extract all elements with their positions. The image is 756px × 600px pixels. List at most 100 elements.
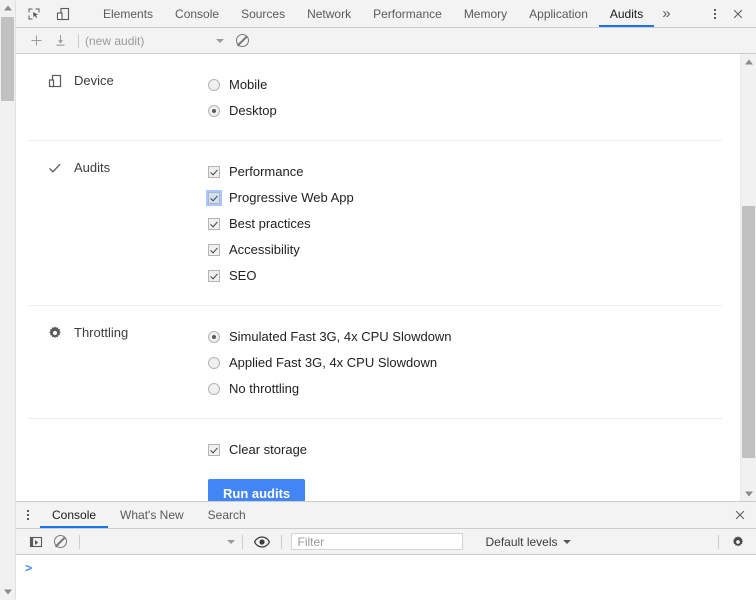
chevron-down-icon — [216, 38, 224, 43]
audits-content-area: Device Mobile Desktop Audits Performance… — [16, 54, 756, 502]
clear-console-icon — [53, 535, 67, 548]
checkbox-audit-seo[interactable]: SEO — [208, 263, 722, 289]
gear-icon — [46, 324, 64, 342]
toolbar-divider — [79, 534, 80, 549]
page-scrollbar[interactable] — [0, 0, 16, 600]
radio-throttling-none[interactable]: No throttling — [208, 376, 722, 402]
radio-device-mobile[interactable]: Mobile — [208, 72, 722, 98]
checkbox-indicator — [208, 218, 220, 230]
section-storage: Clear storage Run audits — [28, 419, 722, 502]
tab-label: Performance — [373, 6, 442, 21]
import-audit-button[interactable] — [48, 30, 72, 52]
clear-console-button[interactable] — [48, 531, 72, 553]
new-audit-button[interactable] — [24, 30, 48, 52]
context-dropdown-caret-icon[interactable] — [227, 539, 236, 544]
clear-audits-button[interactable] — [230, 30, 254, 52]
inspect-element-button[interactable] — [22, 3, 46, 25]
toolbar-divider — [242, 534, 244, 549]
section-throttling-header: Throttling — [28, 324, 208, 402]
drawer-tab-label: Search — [207, 508, 246, 522]
close-devtools-button[interactable] — [726, 3, 750, 25]
section-throttling: Throttling Simulated Fast 3G, 4x CPU Slo… — [28, 306, 722, 419]
tab-console[interactable]: Console — [164, 0, 230, 27]
toolbar-divider — [281, 534, 283, 549]
checkbox-audit-progressive-web-app[interactable]: Progressive Web App — [206, 185, 722, 211]
drawer-tab-whats-new[interactable]: What's New — [108, 502, 196, 528]
console-prompt-symbol: > — [25, 562, 33, 576]
tab-label: Network — [307, 6, 352, 21]
drawer-tab-search[interactable]: Search — [196, 502, 258, 528]
option-label: Clear storage — [229, 442, 308, 457]
page-scrollbar-down-arrow[interactable] — [0, 584, 15, 600]
device-icon — [46, 72, 64, 90]
content-scrollbar-down-arrow[interactable] — [741, 486, 756, 502]
tab-audits[interactable]: Audits — [598, 0, 655, 27]
option-label: Mobile — [229, 77, 268, 92]
checkbox-clear-storage[interactable]: Clear storage — [208, 437, 722, 463]
checkbox-audit-best-practices[interactable]: Best practices — [208, 211, 722, 237]
tab-label: Memory — [463, 6, 508, 21]
tab-performance[interactable]: Performance — [362, 0, 453, 27]
checkbox-indicator — [208, 166, 220, 178]
console-output-area[interactable]: > — [16, 555, 756, 599]
section-storage-header — [28, 437, 208, 502]
console-sidebar-toggle-button[interactable] — [250, 531, 274, 553]
tab-application[interactable]: Application — [518, 0, 599, 27]
panel-tabs: Elements Console Sources Network Perform… — [92, 0, 691, 27]
tab-label: Application — [529, 6, 588, 21]
section-throttling-title: Throttling — [74, 325, 129, 340]
console-prompt[interactable]: > — [16, 555, 756, 579]
audit-select-value: (new audit) — [85, 33, 145, 48]
drawer-tab-label: Console — [52, 508, 97, 522]
console-filter-input[interactable]: Filter — [291, 533, 464, 550]
tab-elements[interactable]: Elements — [92, 0, 164, 27]
execution-context-button[interactable] — [24, 531, 48, 553]
drawer-tab-bar: Console What's New Search — [16, 502, 756, 529]
tab-memory[interactable]: Memory — [453, 0, 518, 27]
checkbox-audit-accessibility[interactable]: Accessibility — [208, 237, 722, 263]
section-device: Device Mobile Desktop — [28, 54, 722, 141]
tab-network[interactable]: Network — [296, 0, 362, 27]
device-toolbar-button[interactable] — [51, 3, 75, 25]
option-label: Desktop — [229, 103, 277, 118]
console-filter-placeholder: Filter — [297, 534, 325, 549]
tab-bar-right-controls — [691, 0, 756, 27]
radio-device-desktop[interactable]: Desktop — [208, 98, 722, 124]
section-audits-title: Audits — [74, 160, 111, 175]
run-audits-button[interactable]: Run audits — [208, 479, 306, 502]
toolbar-divider — [718, 534, 720, 549]
main-tab-bar: Elements Console Sources Network Perform… — [16, 0, 756, 28]
close-drawer-button[interactable] — [728, 504, 752, 526]
chevron-down-icon — [562, 539, 571, 544]
page-scrollbar-thumb[interactable] — [1, 17, 14, 101]
customize-devtools-button[interactable] — [704, 3, 726, 25]
section-audits: Audits Performance Progressive Web App B… — [28, 141, 722, 306]
section-device-title: Device — [74, 73, 114, 88]
content-scrollbar-thumb[interactable] — [742, 206, 755, 458]
checkbox-indicator — [208, 444, 220, 456]
content-scrollbar-up-arrow[interactable] — [741, 54, 756, 70]
radio-indicator — [208, 79, 220, 91]
console-settings-button[interactable] — [726, 531, 750, 553]
audit-select[interactable]: (new audit) — [85, 34, 230, 48]
section-throttling-options: Simulated Fast 3G, 4x CPU Slowdown Appli… — [208, 324, 722, 402]
check-icon — [46, 159, 64, 177]
radio-throttling-applied[interactable]: Applied Fast 3G, 4x CPU Slowdown — [208, 350, 722, 376]
option-label: Performance — [229, 164, 304, 179]
devtools-panel: Elements Console Sources Network Perform… — [16, 0, 756, 600]
tab-sources[interactable]: Sources — [230, 0, 296, 27]
tab-label: Sources — [241, 6, 286, 21]
audit-toolbar: (new audit) — [16, 28, 756, 54]
page-scrollbar-up-arrow[interactable] — [0, 0, 15, 16]
option-label: Accessibility — [229, 242, 300, 257]
checkbox-audit-performance[interactable]: Performance — [208, 159, 722, 185]
toolbar-divider — [78, 33, 79, 48]
radio-throttling-simulated[interactable]: Simulated Fast 3G, 4x CPU Slowdown — [208, 324, 722, 350]
drawer-tab-label: What's New — [120, 508, 184, 522]
radio-indicator — [208, 383, 220, 395]
content-scrollbar[interactable] — [740, 54, 756, 502]
more-tabs-chevron-icon[interactable]: » — [654, 0, 678, 27]
drawer-more-options-button[interactable] — [16, 502, 40, 528]
drawer-tab-console[interactable]: Console — [40, 502, 109, 528]
console-levels-dropdown[interactable]: Default levels — [485, 535, 571, 549]
